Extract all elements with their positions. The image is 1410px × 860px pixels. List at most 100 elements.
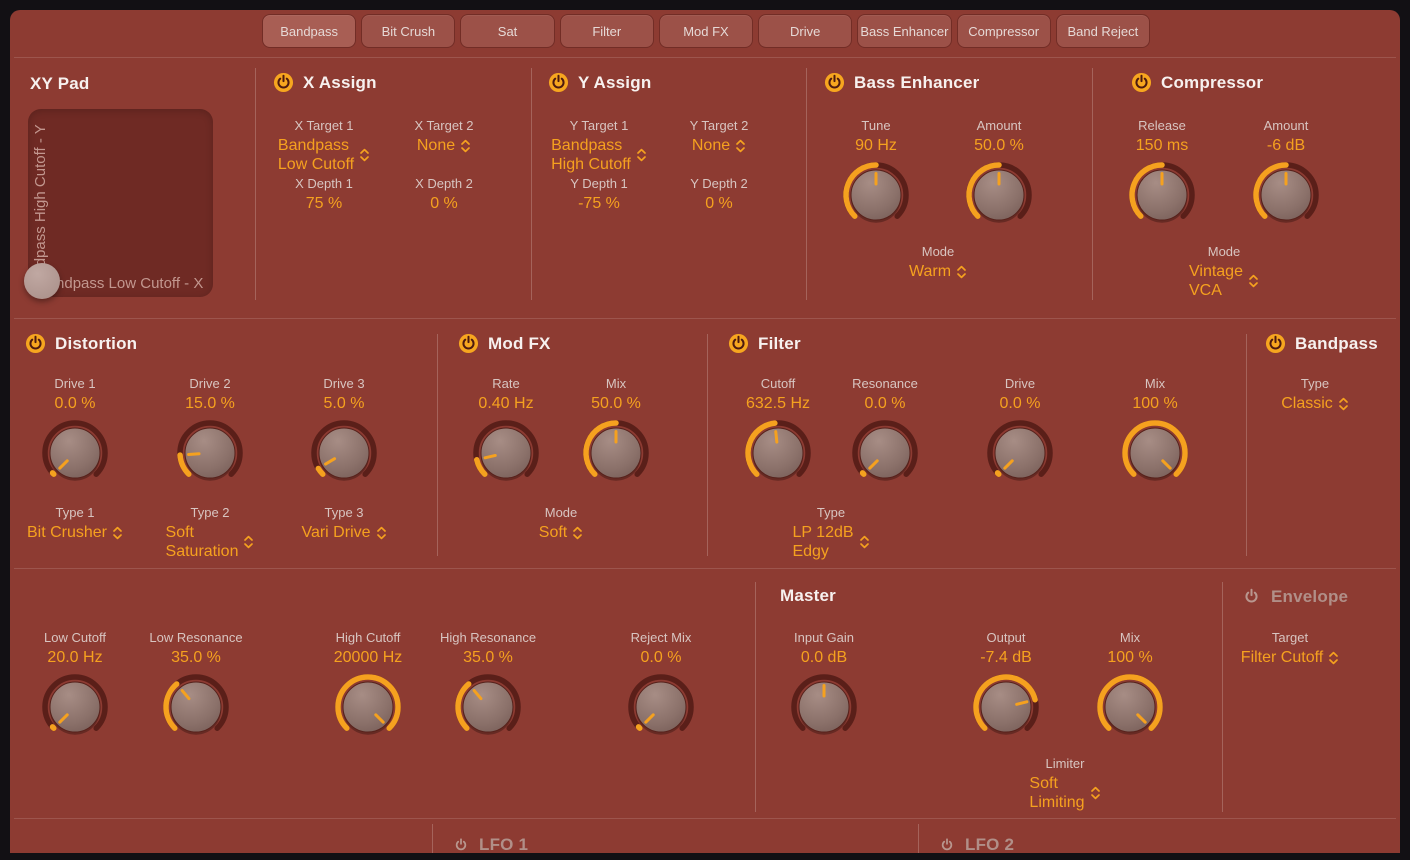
param-value[interactable]: 20.0 Hz [15,648,135,667]
tab-bass-enhancer[interactable]: Bass Enhancer [857,14,951,48]
param-value[interactable]: 0.0 % [601,648,721,667]
divider [437,334,438,556]
power-button[interactable] [452,836,470,854]
release-knob-group: Release 150 ms [1102,118,1222,231]
power-button[interactable] [728,333,749,354]
divider [806,68,807,300]
power-button[interactable] [273,72,294,93]
input-gain-knob[interactable] [788,671,860,743]
resonance-knob-group: Resonance 0.0 % [825,376,945,489]
divider [14,568,1396,569]
type3-select[interactable]: Vari Drive [301,523,386,542]
drive1-knob[interactable] [39,417,111,489]
param-value[interactable]: 15.0 % [150,394,270,413]
param-value[interactable]: -6 dB [1226,136,1346,155]
power-button[interactable] [1131,72,1152,93]
drive2-knob[interactable] [174,417,246,489]
x-depth-2-value[interactable]: 0 % [369,194,519,213]
x-target-2-select[interactable]: None [417,136,471,155]
y-depth-2-value[interactable]: 0 % [644,194,794,213]
tab-sat[interactable]: Sat [460,14,554,48]
x-target-1-select[interactable]: Bandpass Low Cutoff [278,136,370,174]
param-value[interactable]: 20000 Hz [308,648,428,667]
effect-tab-bar: Bandpass Bit Crush Sat Filter Mod FX Dri… [262,14,1150,48]
mod-fx-mode-select[interactable]: Soft [539,523,583,542]
cutoff-knob[interactable] [742,417,814,489]
power-button[interactable] [824,72,845,93]
filter-type-select[interactable]: LP 12dB Edgy [792,523,869,561]
power-button[interactable] [1241,586,1262,607]
param-value[interactable]: 632.5 Hz [718,394,838,413]
param-value[interactable]: 50.0 % [939,136,1059,155]
drive3-knob-group: Drive 3 5.0 % [284,376,404,489]
power-icon [452,836,470,854]
power-button[interactable] [25,333,46,354]
tab-filter[interactable]: Filter [560,14,654,48]
tab-band-reject[interactable]: Band Reject [1056,14,1150,48]
type1-select[interactable]: Bit Crusher [27,523,123,542]
tab-compressor[interactable]: Compressor [957,14,1051,48]
param-label: Mix [1095,376,1215,392]
power-button[interactable] [548,72,569,93]
param-value[interactable]: 0.0 % [15,394,135,413]
tune-knob[interactable] [840,159,912,231]
section-title: Mod FX [488,334,551,354]
envelope-target-select[interactable]: Filter Cutoff [1241,648,1339,667]
param-label: High Cutoff [308,630,428,646]
section-title: XY Pad [30,74,89,94]
drive3-knob[interactable] [308,417,380,489]
tab-bit-crush[interactable]: Bit Crush [361,14,455,48]
high-cutoff-knob[interactable] [332,671,404,743]
param-value[interactable]: 35.0 % [136,648,256,667]
tune-knob-group: Tune 90 Hz [816,118,936,231]
param-value[interactable]: -7.4 dB [946,648,1066,667]
power-button[interactable] [938,836,956,854]
reject-mix-knob[interactable] [625,671,697,743]
compressor-mode-select[interactable]: Vintage VCA [1189,262,1259,300]
modfx-mix-knob[interactable] [580,417,652,489]
param-value[interactable]: 0.40 Hz [446,394,566,413]
power-button[interactable] [1265,333,1286,354]
y-target-1-select[interactable]: Bandpass High Cutoff [551,136,647,174]
tab-mod-fx[interactable]: Mod FX [659,14,753,48]
master-mix-knob[interactable] [1094,671,1166,743]
limiter-select[interactable]: Soft Limiting [1029,774,1100,812]
param-value[interactable]: 100 % [1095,394,1215,413]
rate-knob[interactable] [470,417,542,489]
output-knob[interactable] [970,671,1042,743]
xy-pad[interactable]: Bandpass High Cutoff - Y Bandpass Low Cu… [28,109,213,297]
resonance-knob[interactable] [849,417,921,489]
param-value[interactable]: 5.0 % [284,394,404,413]
input-gain-knob-group: Input Gain 0.0 dB [764,630,884,743]
param-value[interactable]: 0.0 dB [764,648,884,667]
param-value[interactable]: 90 Hz [816,136,936,155]
comp-amount-knob[interactable] [1250,159,1322,231]
master-mix-knob-group: Mix 100 % [1070,630,1190,743]
power-icon [938,836,956,854]
param-label: Target [1205,630,1375,646]
low-resonance-knob[interactable] [160,671,232,743]
low-resonance-knob-group: Low Resonance 35.0 % [136,630,256,743]
release-knob[interactable] [1126,159,1198,231]
bandpass-type-select[interactable]: Classic [1281,394,1349,413]
type2-select[interactable]: Soft Saturation [166,523,255,561]
amount-knob[interactable] [963,159,1035,231]
param-value[interactable]: 0.0 % [960,394,1080,413]
param-value[interactable]: 35.0 % [428,648,548,667]
filter-mix-knob[interactable] [1119,417,1191,489]
stepper-icon [243,534,254,550]
power-button[interactable] [458,333,479,354]
param-value[interactable]: 50.0 % [556,394,676,413]
filter-drive-knob[interactable] [984,417,1056,489]
param-value[interactable]: 150 ms [1102,136,1222,155]
high-resonance-knob[interactable] [452,671,524,743]
y-target-2-select[interactable]: None [692,136,746,155]
tab-bandpass[interactable]: Bandpass [262,14,356,48]
bass-enhancer-mode-select[interactable]: Warm [909,262,967,281]
param-value[interactable]: 0.0 % [825,394,945,413]
low-cutoff-knob[interactable] [39,671,111,743]
tab-drive[interactable]: Drive [758,14,852,48]
xy-pad-puck[interactable] [24,263,60,299]
bass-enhancer-header: Bass Enhancer [824,72,979,93]
param-value[interactable]: 100 % [1070,648,1190,667]
